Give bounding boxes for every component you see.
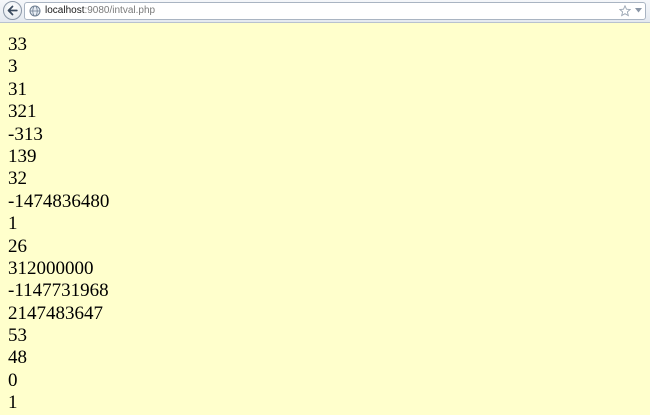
browser-toolbar: localhost:9080/intval.php <box>0 0 650 23</box>
output-line: 2147483647 <box>8 302 103 324</box>
url-path: :9080/intval.php <box>84 5 156 16</box>
address-bar[interactable]: localhost:9080/intval.php <box>24 2 646 20</box>
output-line: 321 <box>8 101 37 123</box>
back-button[interactable] <box>3 1 22 20</box>
output-line: 312000000 <box>8 257 94 279</box>
output-line: -313 <box>8 123 43 145</box>
output-line: -1474836480 <box>8 190 110 212</box>
output-line: -1147731968 <box>8 280 109 302</box>
chevron-down-icon[interactable] <box>635 8 642 13</box>
output-line: 26 <box>8 235 27 257</box>
output-line: 48 <box>8 347 27 369</box>
output-line: 31 <box>8 78 27 100</box>
output-line: 3 <box>8 56 18 78</box>
output-line: 1 <box>8 392 18 414</box>
back-arrow-icon <box>7 5 18 16</box>
url-host: localhost <box>45 5 85 16</box>
output-line: 33 <box>8 34 27 55</box>
page-content: 33 3 31 321 -313 139 32 -1474836480 1 26… <box>8 34 109 415</box>
globe-icon <box>29 5 41 17</box>
output-line: 1 <box>8 213 18 235</box>
output-line: 32 <box>8 168 27 190</box>
url-text[interactable]: localhost:9080/intval.php <box>45 5 155 17</box>
bookmark-star-icon[interactable] <box>619 5 631 17</box>
output-line: 53 <box>8 325 27 347</box>
output-line: 139 <box>8 145 37 167</box>
output-line: 0 <box>8 369 18 391</box>
